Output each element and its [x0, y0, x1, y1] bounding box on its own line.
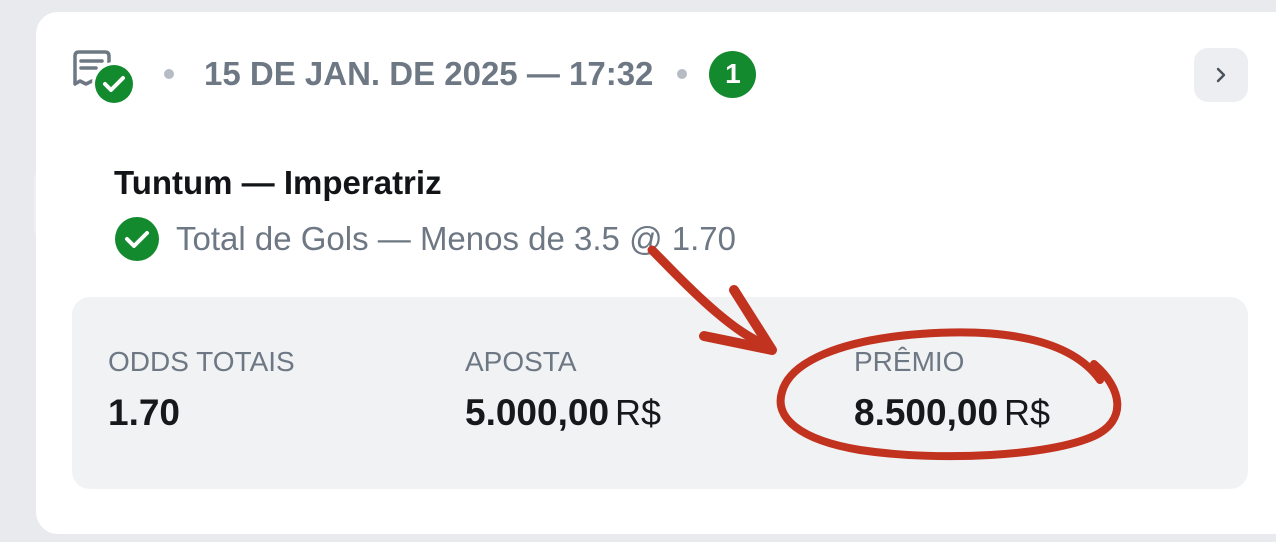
prize-value: 8.500,00 [854, 392, 999, 433]
separator-dot [164, 69, 174, 79]
open-ticket-button[interactable] [1194, 48, 1248, 102]
bet-date-time: 15 DE JAN. DE 2025 — 17:32 [204, 55, 654, 92]
odds-value: 1.70 [108, 392, 181, 433]
odds-summary: ODDS TOTAIS 1.70 [108, 345, 295, 441]
stake-currency: R$ [615, 392, 662, 433]
stake-label: APOSTA [465, 346, 577, 377]
ticket-header: 15 DE JAN. DE 2025 — 17:32 1 [164, 50, 757, 98]
bet-selection: Total de Gols — Menos de 3.5 @ 1.70 [114, 216, 736, 262]
stake-summary: APOSTA 5.000,00 R$ [465, 345, 661, 441]
prize-label: PRÊMIO [854, 346, 965, 377]
odds-label: ODDS TOTAIS [108, 346, 295, 377]
match-title: Tuntum — Imperatriz [114, 164, 442, 201]
receipt-check-icon [73, 50, 136, 106]
check-circle-icon [115, 217, 159, 261]
chevron-right-icon [1216, 67, 1226, 83]
prize-summary: PRÊMIO 8.500,00 R$ [854, 345, 1050, 441]
selection-text: Total de Gols — Menos de 3.5 @ 1.70 [176, 220, 736, 257]
ticket-summary: ODDS TOTAIS 1.70 APOSTA 5.000,00 R$ PRÊMI… [72, 297, 1248, 489]
stake-value: 5.000,00 [465, 392, 610, 433]
prize-currency: R$ [1004, 392, 1051, 433]
selection-count-badge: 1 [709, 50, 757, 98]
separator-dot [677, 69, 688, 79]
